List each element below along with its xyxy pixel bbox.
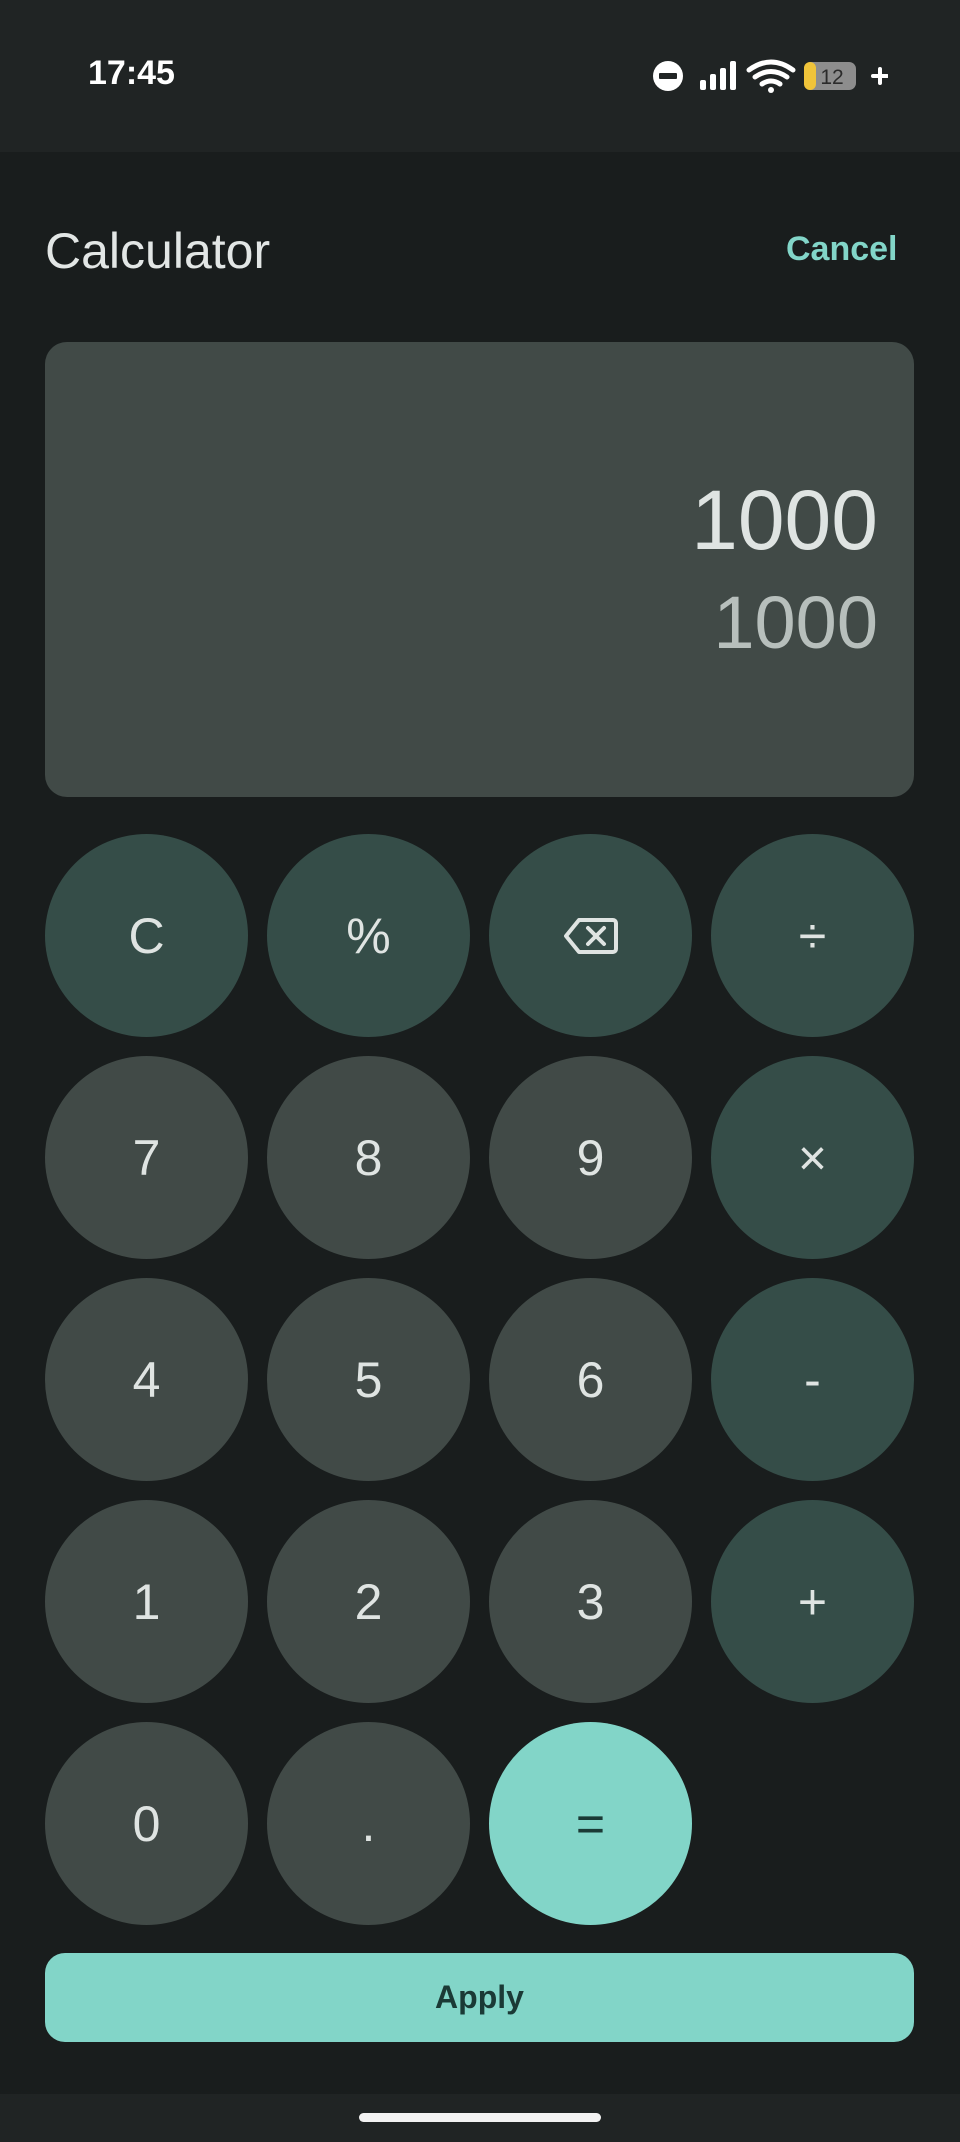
backspace-button[interactable] [489, 834, 692, 1037]
apply-button[interactable]: Apply [45, 1953, 914, 2042]
digit-8-button[interactable]: 8 [267, 1056, 470, 1259]
minus-button[interactable]: - [711, 1278, 914, 1481]
display-result: 1000 [713, 581, 878, 664]
status-icons: 12 [653, 59, 888, 93]
plus-button[interactable]: + [711, 1500, 914, 1703]
svg-text:12: 12 [820, 66, 843, 89]
decimal-button[interactable]: . [267, 1722, 470, 1925]
do-not-disturb-icon [653, 61, 683, 91]
equals-button[interactable]: = [489, 1722, 692, 1925]
digit-4-button[interactable]: 4 [45, 1278, 248, 1481]
display-expression: 1000 [691, 473, 878, 567]
wifi-icon [746, 59, 796, 93]
cancel-button[interactable]: Cancel [786, 230, 898, 269]
charging-plus-icon [871, 67, 888, 85]
digit-3-button[interactable]: 3 [489, 1500, 692, 1703]
status-time: 17:45 [88, 54, 175, 92]
digit-9-button[interactable]: 9 [489, 1056, 692, 1259]
calculator-display: 1000 1000 [45, 342, 914, 797]
digit-6-button[interactable]: 6 [489, 1278, 692, 1481]
home-indicator[interactable] [359, 2113, 601, 2122]
digit-1-button[interactable]: 1 [45, 1500, 248, 1703]
divide-button[interactable]: ÷ [711, 834, 914, 1037]
percent-button[interactable]: % [267, 834, 470, 1037]
battery-icon: 12 [804, 62, 856, 90]
page-title: Calculator [45, 223, 271, 279]
navigation-bar [0, 2094, 960, 2142]
status-bar: 17:45 12 [0, 0, 960, 152]
digit-5-button[interactable]: 5 [267, 1278, 470, 1481]
signal-icon [700, 61, 736, 90]
clear-button[interactable]: C [45, 834, 248, 1037]
multiply-button[interactable]: × [711, 1056, 914, 1259]
digit-2-button[interactable]: 2 [267, 1500, 470, 1703]
backspace-icon [563, 917, 618, 954]
digit-7-button[interactable]: 7 [45, 1056, 248, 1259]
digit-0-button[interactable]: 0 [45, 1722, 248, 1925]
